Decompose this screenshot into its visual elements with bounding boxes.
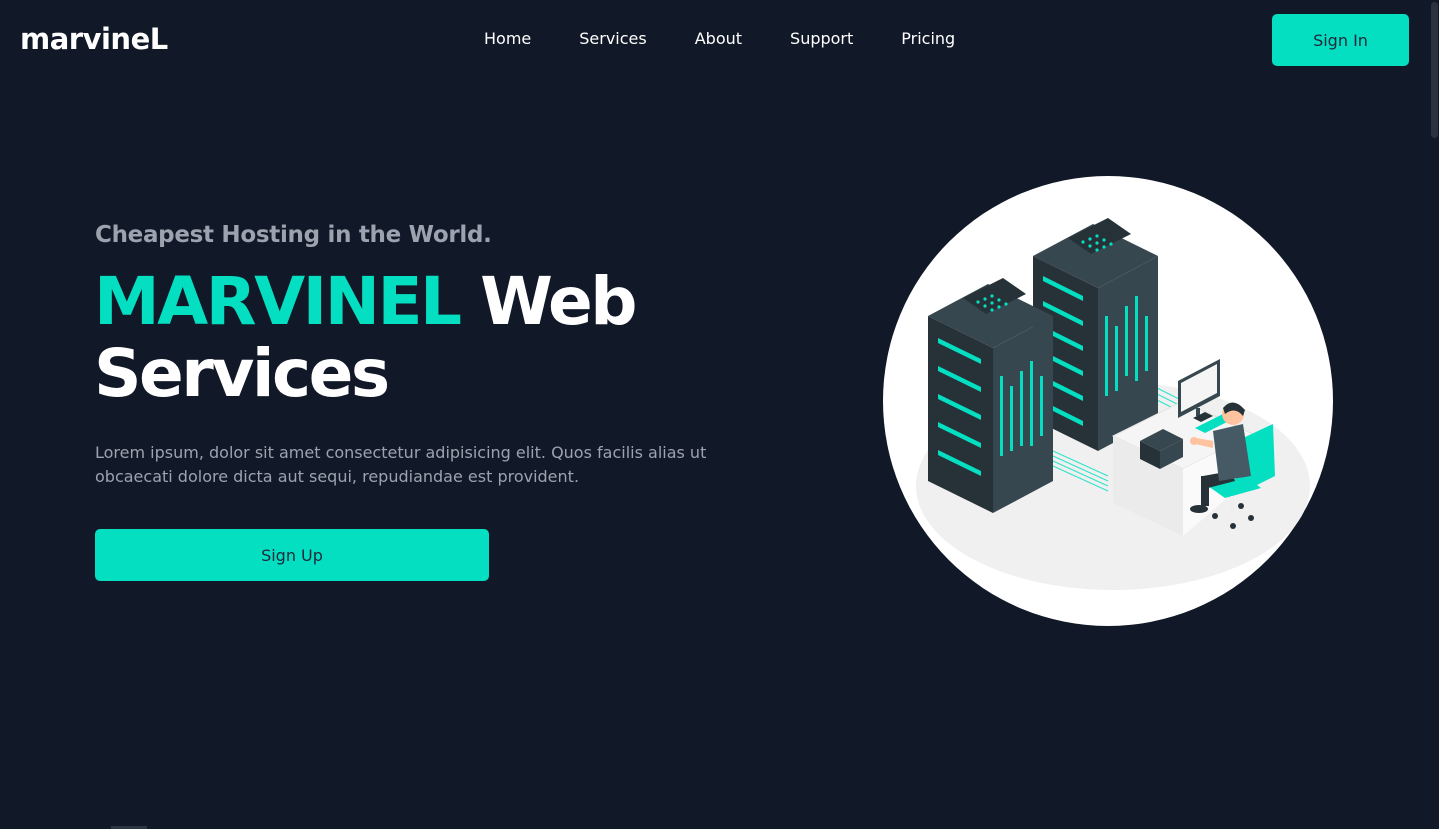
landing-page: marvineL Home Services About Support Pri… bbox=[0, 0, 1439, 829]
nav-link-support[interactable]: Support bbox=[790, 28, 853, 50]
hero-title-brand: MARVINEL bbox=[94, 263, 462, 340]
page-scrollbar[interactable] bbox=[1431, 0, 1439, 829]
hero-title: MARVINEL Web Services bbox=[94, 263, 638, 412]
nav-link-home[interactable]: Home bbox=[484, 28, 531, 50]
scrollbar-thumb[interactable] bbox=[1431, 2, 1438, 138]
nav-link-services[interactable]: Services bbox=[579, 28, 646, 50]
nav-item-pricing: Pricing bbox=[901, 28, 955, 50]
hero-title-web: Web bbox=[480, 263, 637, 340]
main-nav: Home Services About Support Pricing bbox=[484, 28, 955, 50]
hero-tagline: Cheapest Hosting in the World. bbox=[95, 222, 492, 248]
hero-description: Lorem ipsum, dolor sit amet consectetur … bbox=[95, 443, 707, 486]
hero-title-services: Services bbox=[94, 335, 390, 412]
site-logo[interactable]: marvineL bbox=[20, 21, 168, 57]
nav-item-home: Home bbox=[484, 28, 531, 50]
nav-link-about[interactable]: About bbox=[695, 28, 742, 50]
sign-in-button[interactable]: Sign In bbox=[1272, 14, 1409, 66]
nav-link-pricing[interactable]: Pricing bbox=[901, 28, 955, 50]
sign-up-button[interactable]: Sign Up bbox=[95, 529, 489, 581]
server-rack-illustration-icon bbox=[883, 176, 1333, 626]
nav-item-support: Support bbox=[790, 28, 853, 50]
nav-item-about: About bbox=[695, 28, 742, 50]
nav-item-services: Services bbox=[579, 28, 646, 50]
